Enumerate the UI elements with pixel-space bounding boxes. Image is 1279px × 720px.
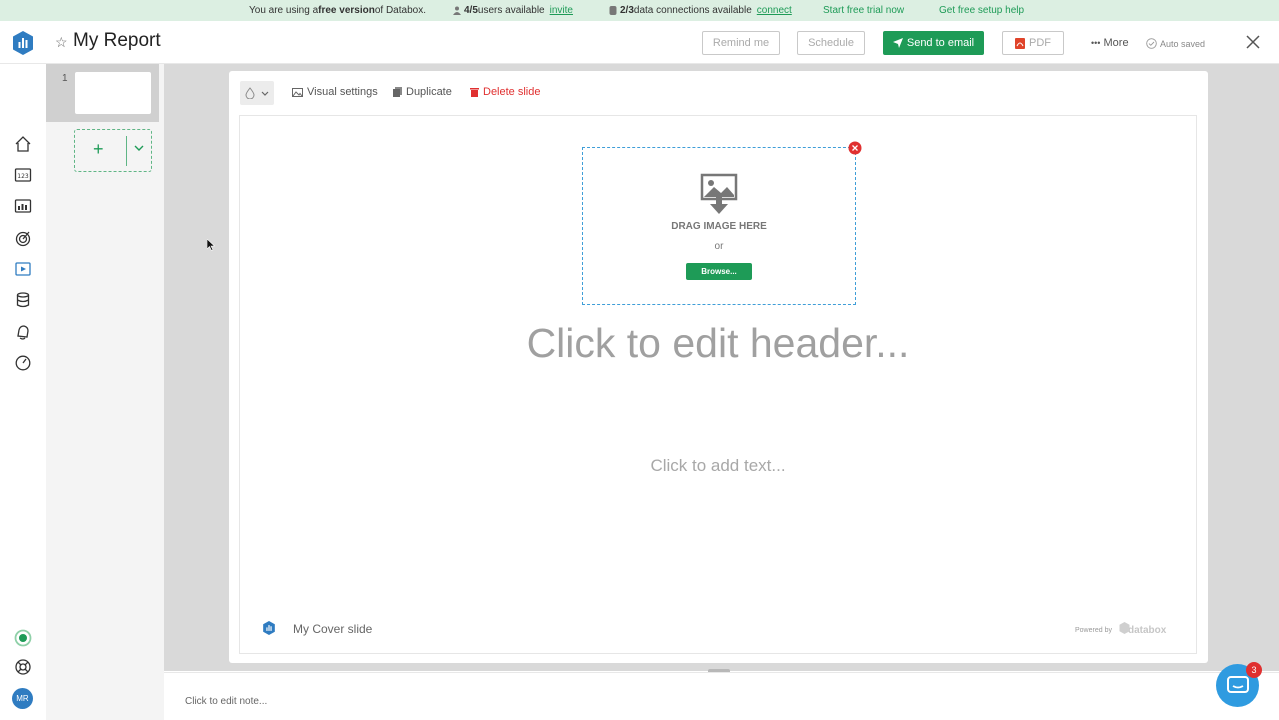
send-to-email-label: Send to email [906, 37, 975, 49]
onboarding-progress-icon[interactable] [14, 629, 32, 647]
slide-name[interactable]: My Cover slide [293, 622, 372, 636]
performance-gauge-icon[interactable] [14, 354, 32, 372]
pdf-label: PDF [1029, 37, 1051, 49]
droplet-icon [245, 87, 255, 99]
start-trial-link[interactable]: Start free trial now [823, 0, 904, 21]
user-icon [453, 6, 461, 15]
alerts-bell-icon[interactable] [14, 323, 32, 341]
pdf-icon [1015, 37, 1025, 49]
slide-header-placeholder[interactable]: Click to edit header... [240, 320, 1196, 367]
remove-image-icon[interactable] [848, 141, 862, 155]
slide-thumbnail-number: 1 [62, 73, 68, 84]
home-icon[interactable] [14, 135, 32, 153]
auto-saved-label: Auto saved [1160, 38, 1206, 49]
databoards-icon[interactable] [14, 197, 32, 215]
slide-thumbnails-panel: 1 + [46, 64, 164, 720]
visual-settings-button[interactable]: Visual settings [292, 86, 378, 98]
trial-banner: You are using a free version of Databox.… [0, 0, 1279, 21]
visual-settings-label: Visual settings [307, 86, 378, 98]
add-slide-control: + [74, 129, 152, 172]
users-text: users available [477, 5, 545, 16]
copy-icon [393, 87, 402, 97]
connections-available: 2/3 data connections available connect [609, 0, 792, 21]
or-label: or [714, 241, 724, 252]
slide-thumbnail[interactable]: 1 [46, 64, 159, 122]
database-icon [609, 6, 617, 15]
add-slide-plus-icon[interactable]: + [93, 139, 104, 160]
powered-by-databox: Powered by databox [1075, 622, 1167, 636]
free-version-pre: You are using a [249, 5, 319, 16]
send-to-email-button[interactable]: Send to email [883, 31, 984, 55]
delete-slide-label: Delete slide [483, 86, 541, 98]
delete-slide-button[interactable]: Delete slide [470, 86, 540, 98]
report-title[interactable]: My Report [73, 30, 161, 52]
more-label: More [1103, 37, 1129, 49]
help-lifebuoy-icon[interactable] [14, 658, 32, 676]
free-version-post: of Databox. [374, 5, 426, 16]
check-circle-icon [1146, 38, 1157, 49]
image-settings-icon [292, 87, 303, 97]
metrics-123-icon[interactable]: 123 [14, 166, 32, 184]
connect-link[interactable]: connect [757, 5, 792, 16]
send-icon [892, 38, 903, 48]
trash-icon [470, 88, 479, 97]
svg-text:123: 123 [17, 173, 29, 180]
browse-button[interactable]: Browse... [686, 263, 752, 280]
connections-count: 2/3 [620, 5, 634, 16]
chevron-down-icon [261, 91, 269, 96]
free-version-notice: You are using a free version of Databox. [249, 0, 426, 21]
powered-by-brand: databox [1127, 625, 1167, 636]
duplicate-button[interactable]: Duplicate [393, 86, 452, 98]
invite-link[interactable]: invite [550, 5, 573, 16]
users-count: 4/5 [464, 5, 478, 16]
duplicate-label: Duplicate [406, 86, 452, 98]
chat-unread-badge: 3 [1246, 662, 1262, 678]
connections-text: data connections available [633, 5, 752, 16]
slide-toolbar: Visual settings Duplicate Delete slide [229, 71, 1208, 114]
slide-thumbnail-preview [75, 72, 151, 114]
pdf-button[interactable]: PDF [1002, 31, 1064, 55]
goals-target-icon[interactable] [14, 229, 32, 247]
note-placeholder[interactable]: Click to edit note... [185, 696, 267, 707]
cover-slide: DRAG IMAGE HERE or Browse... Click to ed… [239, 115, 1197, 654]
more-menu[interactable]: ••• More [1091, 37, 1129, 49]
main-nav-rail: 123 MR [0, 64, 46, 720]
user-avatar[interactable]: MR [12, 688, 33, 709]
databox-logo-icon [1119, 622, 1130, 634]
chat-icon [1227, 676, 1249, 693]
mouse-cursor-icon [207, 239, 215, 251]
favorite-star-icon[interactable]: ☆ [55, 34, 68, 51]
image-drop-zone[interactable]: DRAG IMAGE HERE or Browse... [582, 147, 856, 305]
report-header: ☆ My Report Remind me Schedule Send to e… [0, 21, 1279, 64]
remind-me-button[interactable]: Remind me [702, 31, 780, 55]
slide-editor: Visual settings Duplicate Delete slide D… [229, 71, 1208, 663]
ellipsis-icon: ••• [1091, 38, 1101, 48]
schedule-button[interactable]: Schedule [797, 31, 865, 55]
color-theme-dropdown[interactable] [240, 81, 274, 105]
chevron-down-icon[interactable] [134, 145, 144, 152]
users-available: 4/5 users available invite [453, 0, 573, 21]
slide-text-placeholder[interactable]: Click to add text... [240, 456, 1196, 476]
auto-saved-status: Auto saved [1146, 38, 1205, 49]
close-icon[interactable] [1243, 32, 1263, 52]
setup-help-link[interactable]: Get free setup help [939, 0, 1024, 21]
drag-image-label: DRAG IMAGE HERE [671, 221, 767, 232]
powered-by-label: Powered by [1075, 627, 1112, 634]
add-slide-divider [126, 136, 127, 166]
slide-note-area[interactable]: Click to edit note... [164, 672, 1279, 720]
image-upload-icon [700, 173, 738, 214]
databox-logo-icon [263, 621, 275, 635]
reports-slides-icon[interactable] [14, 260, 32, 278]
data-sources-icon[interactable] [14, 291, 32, 309]
free-version-bold: free version [318, 5, 375, 16]
databox-logo-icon[interactable] [12, 31, 34, 55]
